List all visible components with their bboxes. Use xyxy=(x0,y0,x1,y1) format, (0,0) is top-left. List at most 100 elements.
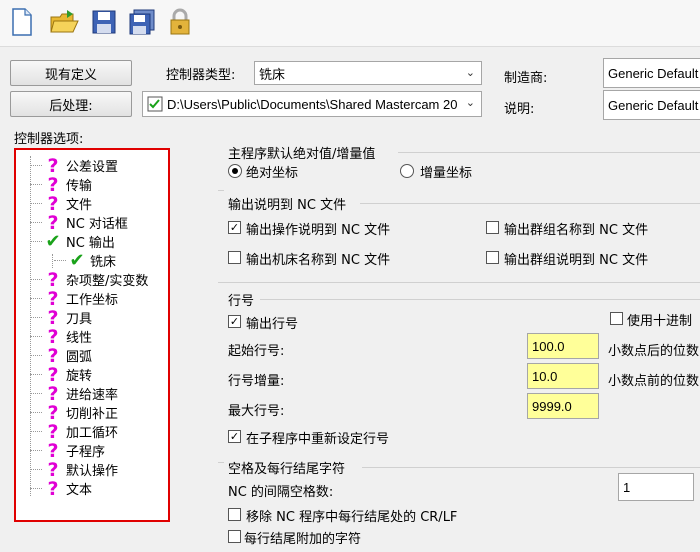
description-value: Generic Default xyxy=(608,97,699,113)
controller-type-value: 铣床 xyxy=(259,67,286,83)
start-line-value: 100.0 xyxy=(532,338,565,354)
question-icon: ? xyxy=(47,477,59,500)
group-divider xyxy=(218,190,224,191)
absolute-radio[interactable] xyxy=(228,164,242,178)
reset-line-numbers-checkbox[interactable]: ✓ xyxy=(228,430,241,443)
post-processor-select[interactable]: D:\Users\Public\Documents\Shared Masterc… xyxy=(142,91,482,117)
tree-connector xyxy=(30,450,42,451)
use-decimal-label: 使用十进制 xyxy=(627,314,693,329)
tree-item[interactable]: ? 文件 xyxy=(30,193,92,215)
tree-item-label: 工作坐标 xyxy=(66,293,119,308)
tree-item[interactable]: ? 传输 xyxy=(30,174,93,196)
tree-item-label: 切削补正 xyxy=(66,407,119,422)
group-divider xyxy=(218,462,224,463)
controller-type-select[interactable]: 铣床 ⌄ xyxy=(254,61,482,85)
tree-item[interactable]: ? 刀具 xyxy=(30,307,92,329)
output-line-numbers-checkbox[interactable]: ✓ xyxy=(228,315,241,328)
append-chars-checkbox[interactable] xyxy=(228,530,241,543)
tree-item[interactable]: ? 杂项整/实变数 xyxy=(30,269,148,291)
tree-connector xyxy=(30,431,42,432)
description-field[interactable]: Generic Default xyxy=(603,90,700,120)
save-icon[interactable] xyxy=(88,6,120,38)
tree-item-label: 旋转 xyxy=(66,369,93,384)
start-line-input[interactable]: 100.0 xyxy=(527,333,599,359)
tree-item[interactable]: ✔ 铣床 xyxy=(54,250,117,271)
group-divider xyxy=(218,282,700,283)
checkmark-icon: ✔ xyxy=(69,250,85,271)
checkmark-icon: ✓ xyxy=(229,221,240,234)
tree-connector xyxy=(30,488,42,489)
group-divider xyxy=(398,152,700,153)
tree-item-label: 进给速率 xyxy=(66,388,119,403)
tree-item-label: 传输 xyxy=(66,179,93,194)
use-decimal-checkbox[interactable] xyxy=(610,312,623,325)
post-processor-button[interactable]: 后处理: xyxy=(10,91,132,117)
post-file-icon xyxy=(147,96,163,112)
output-machine-name-checkbox[interactable] xyxy=(228,251,241,264)
output-op-desc-checkbox[interactable]: ✓ xyxy=(228,221,241,234)
tree-item[interactable]: ? 加工循环 xyxy=(30,421,119,443)
tree-item[interactable]: ? NC 对话框 xyxy=(30,212,128,234)
remove-crlf-checkbox[interactable] xyxy=(228,508,241,521)
output-group-desc-checkbox[interactable] xyxy=(486,251,499,264)
tree-item-label: 加工循环 xyxy=(66,426,119,441)
toolbar xyxy=(0,0,700,47)
max-line-input[interactable]: 9999.0 xyxy=(527,393,599,419)
line-increment-label: 行号增量: xyxy=(228,374,285,389)
checkmark-icon: ✓ xyxy=(229,430,240,443)
tree-item[interactable]: ? 切削补正 xyxy=(30,402,119,424)
tree-item[interactable]: ✔ NC 输出 xyxy=(30,231,115,252)
tree-item[interactable]: ? 默认操作 xyxy=(30,459,119,481)
start-line-label: 起始行号: xyxy=(228,344,285,359)
tree-item-label: NC 输出 xyxy=(66,236,115,251)
controller-type-label: 控制器类型: xyxy=(166,68,236,83)
after-decimal-label: 小数点后的位数 xyxy=(608,344,700,359)
output-group-name-label: 输出群组名称到 NC 文件 xyxy=(504,223,649,238)
tree-item-label: 铣床 xyxy=(90,255,117,270)
incremental-radio[interactable] xyxy=(400,164,414,178)
tree-connector xyxy=(30,184,42,185)
absolute-label: 绝对坐标 xyxy=(246,166,299,181)
group-divider xyxy=(362,467,700,468)
lock-icon[interactable] xyxy=(164,6,196,38)
append-chars-label: 每行结尾附加的字符 xyxy=(244,532,362,547)
chevron-down-icon: ⌄ xyxy=(465,66,475,79)
tree-item[interactable]: ? 旋转 xyxy=(30,364,93,386)
tree-item[interactable]: ? 线性 xyxy=(30,326,93,348)
line-increment-input[interactable]: 10.0 xyxy=(527,363,599,389)
spaces-title: 空格及每行结尾字符 xyxy=(228,462,346,477)
tree-item[interactable]: ? 公差设置 xyxy=(30,155,118,177)
tree-connector xyxy=(30,317,42,318)
group-divider xyxy=(360,203,700,204)
tree-item-label: 文本 xyxy=(66,483,93,498)
tree-item-label: 默认操作 xyxy=(66,464,119,479)
tree-item-label: NC 对话框 xyxy=(66,217,128,232)
group-divider xyxy=(260,299,700,300)
existing-definition-button[interactable]: 现有定义 xyxy=(10,60,132,86)
tree-item-label: 线性 xyxy=(66,331,93,346)
manufacturer-value: Generic Default xyxy=(608,65,699,81)
tree-connector xyxy=(30,298,42,299)
output-group-name-checkbox[interactable] xyxy=(486,221,499,234)
checkmark-icon: ✓ xyxy=(229,315,240,328)
output-desc-title: 输出说明到 NC 文件 xyxy=(228,198,347,213)
tree-connector xyxy=(30,469,42,470)
tree-item[interactable]: ? 文本 xyxy=(30,477,93,500)
save-as-icon[interactable] xyxy=(126,6,158,38)
line-numbers-title: 行号 xyxy=(228,294,255,309)
tree-connector xyxy=(30,222,42,223)
tree-item[interactable]: ? 进给速率 xyxy=(30,383,119,405)
nc-spaces-input[interactable]: 1 xyxy=(618,473,694,501)
remove-crlf-label: 移除 NC 程序中每行结尾处的 CR/LF xyxy=(246,510,458,525)
output-op-desc-label: 输出操作说明到 NC 文件 xyxy=(246,223,391,238)
manufacturer-field[interactable]: Generic Default xyxy=(603,58,700,88)
open-folder-icon[interactable] xyxy=(48,6,80,38)
tree-item-label: 子程序 xyxy=(66,445,106,460)
manufacturer-label: 制造商: xyxy=(504,71,548,86)
tree-item[interactable]: ? 子程序 xyxy=(30,440,106,462)
tree-item[interactable]: ? 工作坐标 xyxy=(30,288,119,310)
tree-connector xyxy=(30,241,42,242)
tree-item[interactable]: ? 圆弧 xyxy=(30,345,92,367)
new-file-icon[interactable] xyxy=(6,6,38,38)
post-processor-path: D:\Users\Public\Documents\Shared Masterc… xyxy=(167,96,458,112)
